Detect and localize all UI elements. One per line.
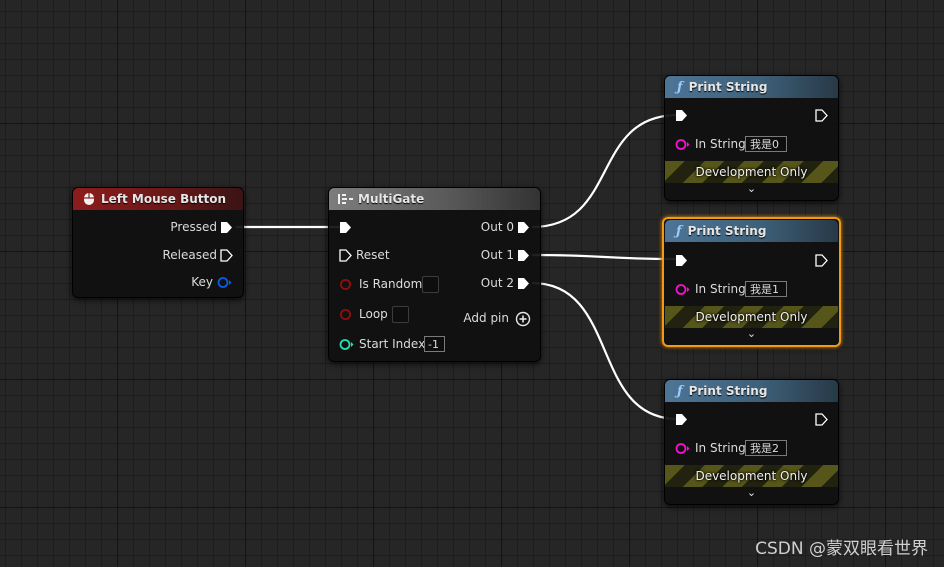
multigate-node[interactable]: MultiGate Reset Is Random Loop Start Ind…: [328, 187, 541, 362]
out1-label: Out 1: [480, 248, 514, 262]
out1-exec-pin[interactable]: [517, 249, 530, 262]
node-title: Print String: [688, 384, 768, 398]
pressed-exec-pin[interactable]: [220, 221, 233, 234]
multigate-header[interactable]: MultiGate: [329, 188, 540, 210]
wire-out2-to-print2: [531, 281, 679, 421]
out0-exec-pin[interactable]: [517, 221, 530, 234]
out0-label: Out 0: [480, 220, 514, 234]
out2-label: Out 2: [480, 276, 514, 290]
exec-out-pin[interactable]: [815, 413, 828, 426]
chevron-down-icon[interactable]: ⌄: [664, 327, 839, 340]
in-string-input[interactable]: 我是0: [745, 136, 787, 152]
in-string-pin[interactable]: [675, 138, 690, 151]
released-exec-pin[interactable]: [220, 249, 233, 262]
chevron-down-icon[interactable]: ⌄: [665, 182, 838, 195]
exec-out-pin[interactable]: [815, 109, 828, 122]
exec-in-pin[interactable]: [675, 254, 688, 267]
reset-label: Reset: [356, 248, 390, 262]
reset-exec-pin[interactable]: [339, 249, 352, 262]
start-index-input[interactable]: -1: [424, 336, 445, 352]
wire-out0-to-print0: [531, 113, 679, 229]
mouse-icon: [84, 193, 94, 205]
print-string-node-0[interactable]: ƒ Print String In String 我是0 Development…: [664, 75, 839, 201]
development-only-bar: Development Only: [665, 161, 838, 183]
node-title: MultiGate: [358, 192, 425, 206]
chevron-down-icon[interactable]: ⌄: [665, 486, 838, 499]
left-mouse-button-header[interactable]: Left Mouse Button: [73, 188, 243, 210]
development-only-bar: Development Only: [665, 465, 838, 487]
multigate-icon: [338, 194, 353, 204]
pressed-label: Pressed: [170, 220, 217, 234]
in-string-pin[interactable]: [675, 283, 690, 296]
in-string-input[interactable]: 我是2: [745, 440, 787, 456]
is-random-label: Is Random: [359, 277, 423, 291]
function-icon: ƒ: [676, 223, 682, 239]
exec-in-pin[interactable]: [339, 221, 352, 234]
in-string-pin[interactable]: [675, 442, 690, 455]
start-index-int-pin[interactable]: [339, 338, 354, 351]
function-icon: ƒ: [677, 383, 683, 399]
function-icon: ƒ: [677, 79, 683, 95]
in-string-label: In String: [695, 282, 746, 296]
add-pin-label[interactable]: Add pin: [463, 311, 509, 325]
node-title: Print String: [687, 224, 767, 238]
print-string-header[interactable]: ƒ Print String: [665, 76, 838, 98]
print-string-node-2[interactable]: ƒ Print String In String 我是2 Development…: [664, 379, 839, 505]
node-title: Print String: [688, 80, 768, 94]
out2-exec-pin[interactable]: [517, 277, 530, 290]
key-struct-pin[interactable]: [217, 276, 232, 289]
node-title: Left Mouse Button: [101, 192, 227, 206]
is-random-checkbox[interactable]: [422, 276, 439, 293]
print-string-header[interactable]: ƒ Print String: [665, 220, 838, 242]
start-index-label: Start Index: [359, 337, 426, 351]
released-label: Released: [162, 248, 217, 262]
left-mouse-button-node[interactable]: Left Mouse Button Pressed Released Key: [72, 187, 244, 298]
exec-in-pin[interactable]: [675, 413, 688, 426]
in-string-input[interactable]: 我是1: [745, 281, 787, 297]
wire-out1-to-print1: [531, 253, 679, 261]
key-label: Key: [191, 275, 213, 289]
development-only-bar: Development Only: [665, 306, 838, 328]
print-string-node-1[interactable]: ƒ Print String In String 我是1 Development…: [662, 217, 841, 347]
watermark: CSDN @蒙双眼看世界: [755, 539, 928, 559]
in-string-label: In String: [695, 441, 746, 455]
in-string-label: In String: [695, 137, 746, 151]
exec-out-pin[interactable]: [815, 254, 828, 267]
print-string-header[interactable]: ƒ Print String: [665, 380, 838, 402]
is-random-bool-pin[interactable]: [339, 278, 352, 291]
loop-label: Loop: [359, 307, 388, 321]
loop-bool-pin[interactable]: [339, 308, 352, 321]
add-pin-plus-icon[interactable]: [515, 311, 531, 327]
exec-in-pin[interactable]: [675, 109, 688, 122]
loop-checkbox[interactable]: [392, 306, 409, 323]
